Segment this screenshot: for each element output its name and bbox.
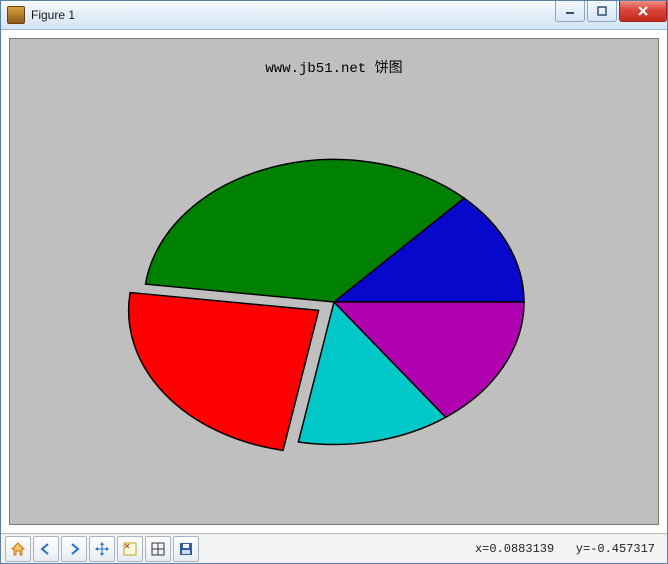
client-area: www.jb51.net 饼图 [1, 30, 667, 563]
back-button[interactable] [33, 536, 59, 562]
chart-title: www.jb51.net 饼图 [10, 57, 658, 77]
pan-button[interactable] [89, 536, 115, 562]
figure-window: Figure 1 www.jb51.net 饼图 [0, 0, 668, 564]
canvas-frame[interactable]: www.jb51.net 饼图 [9, 38, 659, 525]
subplots-button[interactable] [145, 536, 171, 562]
pie-slice [129, 292, 319, 450]
save-icon [178, 541, 194, 557]
back-icon [38, 541, 54, 557]
coord-readout: x=0.0883139 y=-0.457317 [475, 542, 663, 556]
canvas-area: www.jb51.net 饼图 [1, 30, 667, 533]
save-button[interactable] [173, 536, 199, 562]
home-icon [10, 541, 26, 557]
pie-chart [84, 92, 584, 472]
toolbar: x=0.0883139 y=-0.457317 [1, 533, 667, 563]
maximize-icon [597, 6, 607, 16]
window-buttons [555, 1, 667, 21]
minimize-icon [565, 6, 575, 16]
forward-button[interactable] [61, 536, 87, 562]
pan-icon [94, 541, 110, 557]
home-button[interactable] [5, 536, 31, 562]
minimize-button[interactable] [555, 1, 585, 22]
zoom-icon [122, 541, 138, 557]
close-icon [637, 6, 649, 16]
app-icon [7, 6, 25, 24]
maximize-button[interactable] [587, 1, 617, 22]
window-title: Figure 1 [31, 8, 75, 22]
zoom-button[interactable] [117, 536, 143, 562]
forward-icon [66, 541, 82, 557]
subplots-icon [150, 541, 166, 557]
title-bar[interactable]: Figure 1 [1, 1, 667, 30]
close-button[interactable] [619, 1, 667, 22]
